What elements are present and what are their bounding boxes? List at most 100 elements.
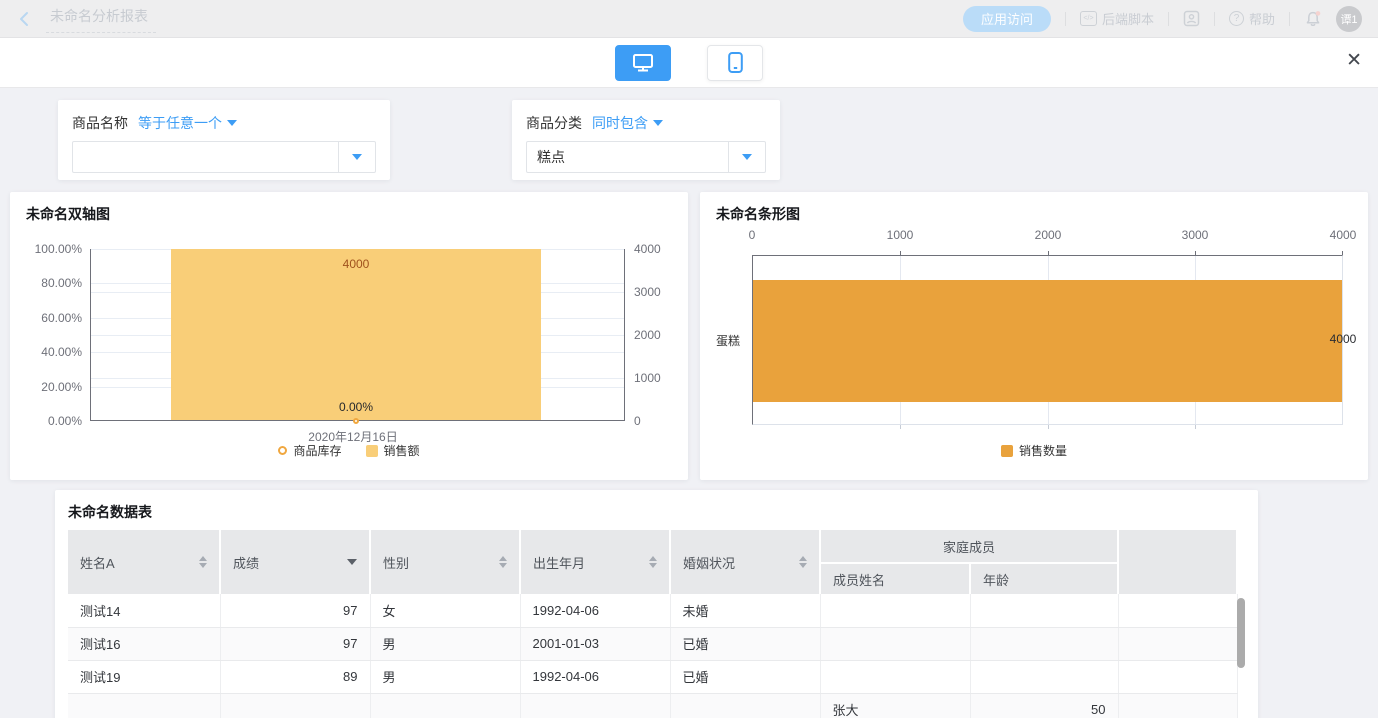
table-row: 测试1697男2001-01-03已婚 (68, 627, 1237, 660)
contacts-button[interactable] (1183, 10, 1200, 27)
table-cell: 未婚 (670, 594, 820, 627)
chevron-down-icon (653, 120, 663, 126)
column-header-marital[interactable]: 婚姻状况 (670, 530, 820, 594)
table-cell (970, 627, 1118, 660)
filter-operator-label: 等于任意一个 (138, 113, 222, 133)
legend-item-sales[interactable]: 销售额 (366, 442, 420, 459)
filter-value-select[interactable]: 糕点 (526, 141, 766, 173)
app-screen: 未命名分析报表 应用访问 </> 后端脚本 ? 帮助 (0, 0, 1378, 718)
axis-tick-mark (1195, 425, 1196, 429)
table-cell: 89 (220, 660, 370, 693)
table-cell (1118, 627, 1237, 660)
chart-legend: 商品库存 销售额 (10, 442, 688, 459)
sort-icon[interactable] (499, 556, 507, 568)
y-axis-tick-right: 3000 (634, 285, 684, 299)
preview-toolbar: ✕ (0, 38, 1378, 88)
legend-item-inventory[interactable]: 商品库存 (278, 442, 341, 459)
bell-icon (1304, 10, 1322, 28)
table-cell (520, 693, 670, 718)
data-table: 姓名A 成绩 性别 出生年月 (68, 530, 1238, 718)
axis-tick-mark (1048, 251, 1049, 255)
y-axis-tick: 0.00% (10, 414, 82, 428)
sales-quantity-bar[interactable] (753, 280, 1342, 402)
select-caret-segment[interactable] (338, 142, 375, 172)
y-axis-tick: 60.00% (10, 311, 82, 325)
filter-operator-dropdown[interactable]: 等于任意一个 (138, 113, 237, 133)
column-header-gender[interactable]: 性别 (370, 530, 520, 594)
table-cell: 1992-04-06 (520, 594, 670, 627)
avatar[interactable]: 谭1 (1336, 6, 1362, 32)
table-row: 测试1989男1992-04-06已婚 (68, 660, 1237, 693)
sort-desc-icon[interactable] (347, 559, 357, 565)
category-label: 蛋糕 (700, 332, 746, 349)
notification-button[interactable] (1304, 10, 1322, 28)
backend-script-button[interactable]: </> 后端脚本 (1080, 9, 1154, 28)
bar-chart-plot-area (752, 255, 1343, 425)
table-cell: 1992-04-06 (520, 660, 670, 693)
backend-script-label: 后端脚本 (1102, 9, 1154, 28)
column-header-age[interactable]: 年龄 (970, 563, 1118, 594)
phone-icon (727, 51, 744, 74)
chevron-left-icon (16, 10, 34, 28)
sort-icon[interactable] (649, 556, 657, 568)
column-header-score[interactable]: 成绩 (220, 530, 370, 594)
desktop-view-button[interactable] (615, 45, 671, 81)
legend-item-quantity[interactable]: 销售数量 (1001, 442, 1067, 459)
table-cell (1118, 660, 1237, 693)
table-cell (220, 693, 370, 718)
table-cell: 50 (970, 693, 1118, 718)
table-cell: 97 (220, 627, 370, 660)
sort-icon[interactable] (199, 556, 207, 568)
help-label: 帮助 (1249, 9, 1275, 28)
column-header-member-name[interactable]: 成员姓名 (820, 563, 970, 594)
back-button[interactable] (16, 10, 34, 28)
sales-amount-bar[interactable]: 4000 (171, 249, 541, 420)
table-cell: 已婚 (670, 660, 820, 693)
topbar: 未命名分析报表 应用访问 </> 后端脚本 ? 帮助 (0, 0, 1378, 38)
column-header-empty (1118, 530, 1237, 594)
filter-value-select[interactable] (72, 141, 376, 173)
y-axis-tick: 40.00% (10, 345, 82, 359)
bar-series-swatch-icon (1001, 445, 1013, 457)
mobile-view-button[interactable] (707, 45, 763, 81)
help-button[interactable]: ? 帮助 (1229, 9, 1275, 28)
chevron-down-icon (352, 154, 362, 160)
table-cell: 97 (220, 594, 370, 627)
table-cell (970, 660, 1118, 693)
axis-tick-mark (900, 425, 901, 429)
table-cell (68, 693, 220, 718)
table-cell: 女 (370, 594, 520, 627)
report-title[interactable]: 未命名分析报表 (46, 4, 156, 33)
data-table-card: 未命名数据表 姓名A 成绩 (55, 490, 1258, 718)
column-group-family: 家庭成员 (820, 530, 1118, 563)
legend-label: 销售数量 (1019, 442, 1067, 459)
table-cell: 已婚 (670, 627, 820, 660)
x-axis-tick: 2000 (1035, 228, 1062, 242)
close-button[interactable]: ✕ (1346, 51, 1362, 70)
bar-value-label: 4000 (343, 257, 370, 271)
filter-value (73, 142, 338, 172)
chart-title: 未命名条形图 (716, 204, 800, 224)
table-cell (820, 594, 970, 627)
filter-operator-dropdown[interactable]: 同时包含 (592, 113, 663, 133)
column-header-birthdate[interactable]: 出生年月 (520, 530, 670, 594)
divider (1168, 12, 1169, 26)
table-cell (970, 594, 1118, 627)
select-caret-segment[interactable] (728, 142, 765, 172)
sort-icon[interactable] (799, 556, 807, 568)
column-header-name[interactable]: 姓名A (68, 530, 220, 594)
dual-axis-chart-card: 未命名双轴图 100.00% 80.00% 60.00% 40.00% 20.0… (10, 192, 688, 480)
bar-chart-card: 未命名条形图 0 1000 2000 3000 4000 蛋糕 4000 (700, 192, 1368, 480)
legend-label: 商品库存 (293, 442, 341, 459)
table-row: 测试1497女1992-04-06未婚 (68, 594, 1237, 627)
table-row: 张大50 (68, 693, 1237, 718)
line-point-marker[interactable] (353, 418, 359, 424)
code-icon: </> (1080, 11, 1097, 26)
table-scrollbar[interactable] (1237, 598, 1245, 668)
y-axis-tick-right: 0 (634, 414, 684, 428)
contacts-icon (1183, 10, 1200, 27)
table-cell: 男 (370, 660, 520, 693)
filter-product-name: 商品名称 等于任意一个 (58, 100, 390, 180)
app-access-button[interactable]: 应用访问 (963, 6, 1051, 32)
axis-tick-mark (1195, 251, 1196, 255)
